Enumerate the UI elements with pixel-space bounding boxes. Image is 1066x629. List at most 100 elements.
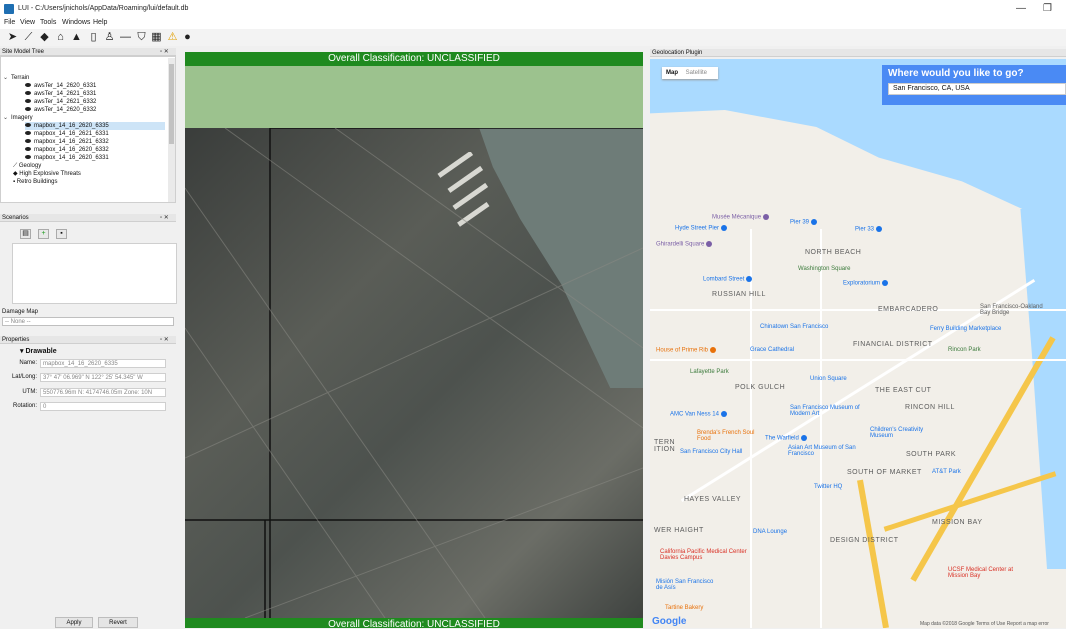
poi[interactable]: Brenda's French Soul Food — [697, 430, 757, 442]
poi[interactable]: California Pacific Medical Center Davies… — [660, 549, 750, 561]
pointer-icon[interactable]: ➤ — [6, 31, 19, 44]
warning-icon[interactable]: ⚠ — [166, 31, 179, 44]
google-map[interactable]: Map Satellite Where would you like to go… — [650, 59, 1066, 628]
menu-windows[interactable]: Windows — [62, 19, 90, 26]
building-icon[interactable]: ⌂ — [54, 31, 67, 44]
minimize-button[interactable]: — — [1016, 3, 1026, 14]
scenario-list[interactable] — [12, 243, 177, 304]
shield-icon[interactable]: ⛉ — [135, 31, 148, 44]
layer-icon — [25, 155, 31, 160]
restore-button[interactable]: ❐ — [1043, 3, 1052, 14]
area-label: EMBARCADERO — [878, 306, 939, 313]
remove-scenario-button[interactable]: ▪ — [56, 229, 67, 239]
bomb-icon[interactable]: ● — [181, 31, 194, 44]
grid-icon[interactable]: ▦ — [150, 31, 163, 44]
poi[interactable]: Hyde Street Pier — [675, 225, 728, 232]
poi[interactable]: Children's Creativity Museum — [870, 427, 930, 439]
highway — [910, 336, 1056, 582]
tree-item[interactable]: awsTer_14_2620_6332 — [25, 106, 96, 114]
menu-file[interactable]: File — [4, 19, 15, 26]
poi[interactable]: San Francisco City Hall — [680, 449, 742, 455]
menu-tools[interactable]: Tools — [40, 19, 56, 26]
tree-item-imagery[interactable]: ⌄ Imagery — [3, 114, 33, 122]
poi[interactable]: Ghirardelli Square — [656, 241, 713, 248]
app-icon — [4, 4, 14, 14]
poi[interactable]: Pier 39 — [790, 219, 818, 226]
tree-item[interactable]: mapbox_14_16_2620_6331 — [25, 154, 109, 162]
tree-item-label: awsTer_14_2621_6332 — [34, 99, 97, 105]
poi[interactable]: AMC Van Ness 14 — [670, 411, 727, 418]
latlong-field[interactable]: 37° 47' 06.969" N 122° 25' 54.345" W — [40, 373, 166, 382]
tree-item[interactable]: mapbox_14_16_2621_6331 — [25, 130, 109, 138]
poi[interactable]: Ferry Building Marketplace — [930, 326, 1001, 332]
revert-button[interactable]: Revert — [98, 617, 138, 628]
poi[interactable]: AT&T Park — [932, 469, 961, 475]
tree-scrollbar-thumb[interactable] — [169, 64, 174, 144]
name-field[interactable]: mapbox_14_16_2620_6335 — [40, 359, 166, 368]
map-tab[interactable]: Map — [662, 70, 678, 76]
poi[interactable]: Lombard Street — [703, 276, 753, 283]
poi[interactable]: Exploratorium — [843, 280, 889, 287]
poi[interactable]: Tartine Bakery — [665, 605, 703, 611]
poi[interactable]: Twitter HQ — [814, 484, 842, 490]
poi[interactable]: Misión San Francisco de Asís — [656, 579, 716, 591]
tank-icon[interactable]: ▲ — [70, 31, 83, 44]
panel-float-close-icon[interactable]: ▫ ✕ — [160, 48, 169, 56]
map-viewer[interactable]: Overall Classification: UNCLASSIFIED Ove… — [185, 52, 643, 628]
poi[interactable]: Asian Art Museum of San Francisco — [788, 445, 856, 457]
damage-map-select[interactable]: -- None -- — [2, 317, 174, 326]
section-label: Drawable — [25, 348, 57, 355]
person-icon[interactable]: ♙ — [103, 31, 116, 44]
tree-item-label: Imagery — [11, 115, 33, 121]
panel-float-close-icon[interactable]: ▫ ✕ — [160, 336, 169, 344]
satellite-tab[interactable]: Satellite — [680, 70, 707, 76]
measure-icon[interactable]: ⟋ — [22, 31, 35, 44]
chevron-down-icon[interactable]: ⌄ — [3, 114, 11, 122]
poi[interactable]: Pier 33 — [855, 226, 883, 233]
tree-item[interactable]: awsTer_14_2621_6331 — [25, 90, 96, 98]
poi[interactable]: Musée Mécanique — [712, 214, 770, 221]
menu-view[interactable]: View — [20, 19, 35, 26]
poi[interactable]: Rincon Park — [948, 347, 981, 353]
terrain-tool-icon[interactable]: ◆ — [38, 31, 51, 44]
layer-icon — [25, 107, 31, 112]
tree-item-buildings[interactable]: ▪ Retro Buildings — [13, 178, 57, 186]
poi[interactable]: UCSF Medical Center at Mission Bay — [948, 567, 1028, 579]
map-footer[interactable]: Map data ©2018 Google Terms of Use Repor… — [920, 621, 1049, 627]
chevron-down-icon[interactable]: ⌄ — [3, 74, 11, 82]
poi[interactable]: Union Square — [810, 376, 847, 382]
poi[interactable]: DNA Lounge — [753, 529, 787, 535]
scenario-list-button[interactable]: ▤ — [20, 229, 31, 239]
tree-item-selected[interactable]: mapbox_14_16_2620_6335 — [25, 122, 165, 130]
geolocation-title: Geolocation Plugin — [652, 50, 703, 56]
tree-item-terrain[interactable]: ⌄ Terrain — [3, 74, 29, 82]
tree-item[interactable]: awsTer_14_2620_6331 — [25, 82, 96, 90]
poi[interactable]: Chinatown San Francisco — [760, 324, 828, 330]
rotation-label: Rotation: — [12, 403, 37, 409]
poi[interactable]: Grace Cathedral — [750, 347, 794, 353]
properties-section[interactable]: ▾ Drawable — [20, 347, 57, 355]
properties-header: Properties — [0, 336, 176, 344]
location-search-input[interactable]: San Francisco, CA, USA — [888, 83, 1066, 95]
tree-item[interactable]: mapbox_14_16_2621_6332 — [25, 138, 109, 146]
menu-help[interactable]: Help — [93, 19, 107, 26]
add-scenario-button[interactable]: + — [38, 229, 49, 239]
tree-item[interactable]: mapbox_14_16_2620_6332 — [25, 146, 109, 154]
map-type-toggle[interactable]: Map Satellite — [662, 67, 718, 79]
line-icon[interactable]: — — [119, 31, 132, 44]
poi[interactable]: San Francisco-Oakland Bay Bridge — [980, 304, 1050, 316]
poi[interactable]: Lafayette Park — [690, 369, 729, 375]
poi[interactable]: House of Prime Rib — [656, 347, 717, 354]
rotation-field[interactable]: 0 — [40, 402, 166, 411]
tree-item[interactable]: awsTer_14_2621_6332 — [25, 98, 96, 106]
poi[interactable]: Washington Square — [798, 266, 850, 272]
poi[interactable]: San Francisco Museum of Modern Art — [790, 405, 870, 417]
bridge-icon[interactable]: ▯ — [87, 31, 100, 44]
tree-item-geology[interactable]: ⟋ Geology — [13, 162, 41, 170]
panel-float-close-icon[interactable]: ▫ ✕ — [160, 214, 169, 222]
poi[interactable]: The Warfield — [765, 435, 807, 442]
area-label: WER HAIGHT — [654, 527, 704, 534]
tree-item-threats[interactable]: ◆ High Explosive Threats — [13, 170, 81, 178]
utm-field[interactable]: 550776.96m N: 4174746.05m Zone: 10N — [40, 388, 166, 397]
apply-button[interactable]: Apply — [55, 617, 93, 628]
